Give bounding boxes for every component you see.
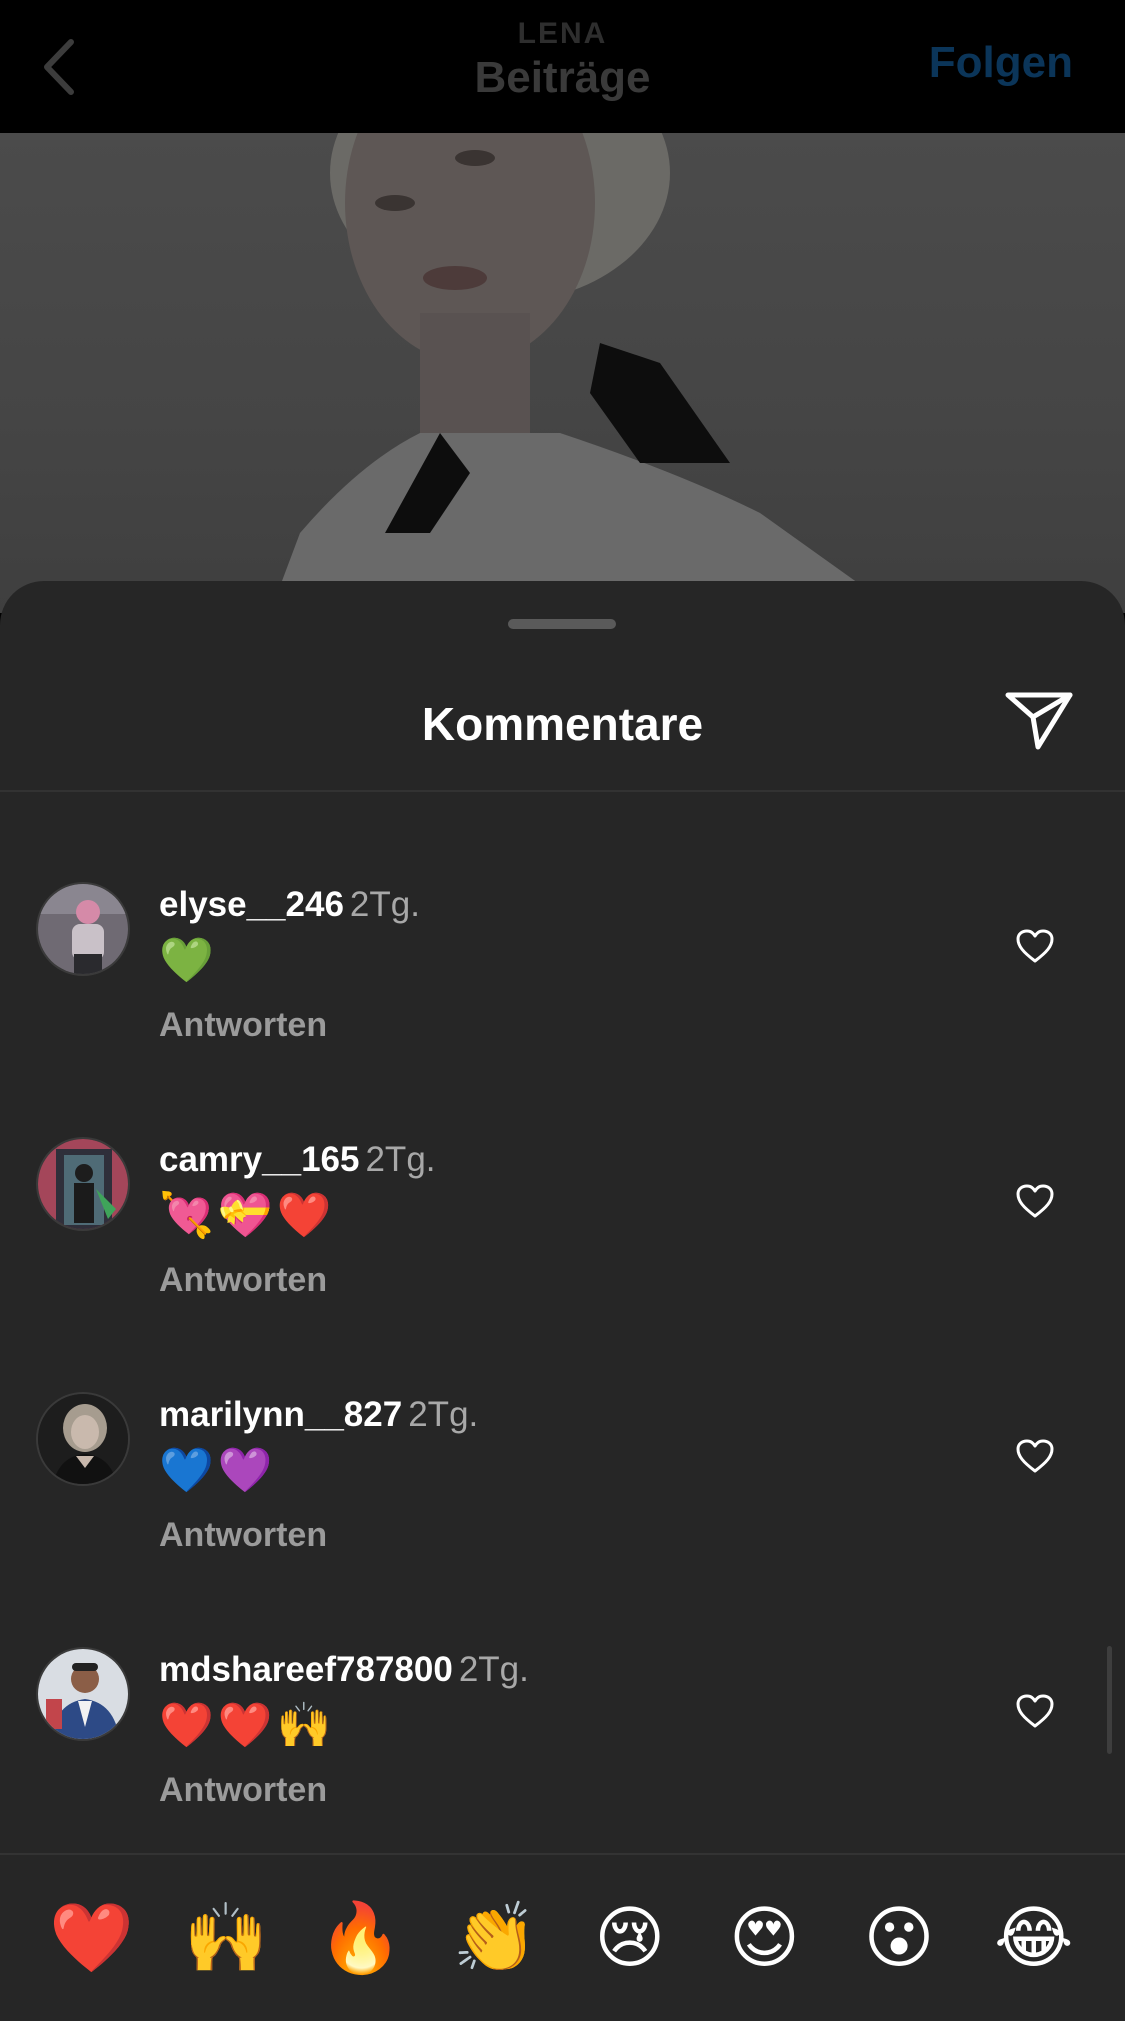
avatar[interactable] xyxy=(36,882,130,976)
comment-item: mdshareef787800 2Tg. ❤️❤️🙌 Antworten xyxy=(0,1647,1125,1887)
like-comment-button[interactable] xyxy=(1015,1183,1055,1219)
like-comment-button[interactable] xyxy=(1015,928,1055,964)
emoji-red-heart[interactable]: ❤️ xyxy=(41,1898,141,1978)
comment-username[interactable]: elyse__246 xyxy=(159,885,344,924)
comment-text: 💚 xyxy=(159,936,218,985)
comment-time: 2Tg. xyxy=(365,1140,436,1179)
emoji-heart-eyes[interactable]: 😍 xyxy=(714,1898,814,1978)
reply-button[interactable]: Antworten xyxy=(159,1516,327,1555)
reply-button[interactable]: Antworten xyxy=(159,1006,327,1045)
heart-outline-icon xyxy=(1016,1694,1054,1728)
avatar[interactable] xyxy=(36,1647,130,1741)
like-comment-button[interactable] xyxy=(1015,1693,1055,1729)
top-nav-bar: LENA Beiträge Folgen xyxy=(0,0,1125,133)
post-photo-illustration xyxy=(270,133,900,613)
scroll-indicator[interactable] xyxy=(1107,1646,1112,1754)
comment-item: marilynn__827 2Tg. 💙💜 Antworten xyxy=(0,1392,1125,1632)
paper-plane-icon xyxy=(1005,692,1073,750)
emoji-fire[interactable]: 🔥 xyxy=(311,1898,411,1978)
comment-time: 2Tg. xyxy=(458,1650,529,1689)
header-divider xyxy=(0,790,1125,792)
emoji-clapping-hands[interactable]: 👏 xyxy=(445,1898,545,1978)
sheet-grabber[interactable] xyxy=(508,619,616,629)
avatar-image xyxy=(38,1394,128,1484)
quick-emoji-bar: ❤️ 🙌 🔥 👏 😢 😍 😮 😂 xyxy=(0,1855,1125,2021)
heart-outline-icon xyxy=(1016,929,1054,963)
emoji-tears-of-joy[interactable]: 😂 xyxy=(984,1898,1084,1978)
comment-item: camry__165 2Tg. 💘💝❤️ Antworten xyxy=(0,1137,1125,1377)
comment-item: elyse__246 2Tg. 💚 Antworten xyxy=(0,882,1125,1122)
comment-text: 💘💝❤️ xyxy=(159,1191,336,1240)
comment-username[interactable]: marilynn__827 xyxy=(159,1395,402,1434)
reply-button[interactable]: Antworten xyxy=(159,1261,327,1300)
post-image xyxy=(0,133,1125,613)
comment-username[interactable]: mdshareef787800 xyxy=(159,1650,453,1689)
heart-outline-icon xyxy=(1016,1439,1054,1473)
comment-header: mdshareef787800 2Tg. xyxy=(159,1649,529,1691)
emoji-crying-face[interactable]: 😢 xyxy=(580,1898,680,1978)
heart-outline-icon xyxy=(1016,1184,1054,1218)
follow-button[interactable]: Folgen xyxy=(929,38,1073,88)
reply-button[interactable]: Antworten xyxy=(159,1771,327,1810)
comment-text: ❤️❤️🙌 xyxy=(159,1701,336,1750)
comment-header: marilynn__827 2Tg. xyxy=(159,1394,478,1436)
avatar[interactable] xyxy=(36,1137,130,1231)
avatar-image xyxy=(38,1139,128,1229)
comment-text: 💙💜 xyxy=(159,1446,277,1495)
like-comment-button[interactable] xyxy=(1015,1438,1055,1474)
emoji-raised-hands[interactable]: 🙌 xyxy=(176,1898,276,1978)
avatar-image xyxy=(38,1649,128,1739)
comment-time: 2Tg. xyxy=(408,1395,479,1434)
comments-sheet: Kommentare elyse__246 2Tg. 💚 Antworten c… xyxy=(0,581,1125,2021)
comment-header: elyse__246 2Tg. xyxy=(159,884,420,926)
comment-header: camry__165 2Tg. xyxy=(159,1139,436,1181)
sheet-title: Kommentare xyxy=(421,698,704,750)
avatar-image xyxy=(38,884,128,974)
comment-username[interactable]: camry__165 xyxy=(159,1140,359,1179)
comment-time: 2Tg. xyxy=(349,885,420,924)
share-button[interactable] xyxy=(1004,689,1074,751)
emoji-surprised-face[interactable]: 😮 xyxy=(849,1898,949,1978)
avatar[interactable] xyxy=(36,1392,130,1486)
